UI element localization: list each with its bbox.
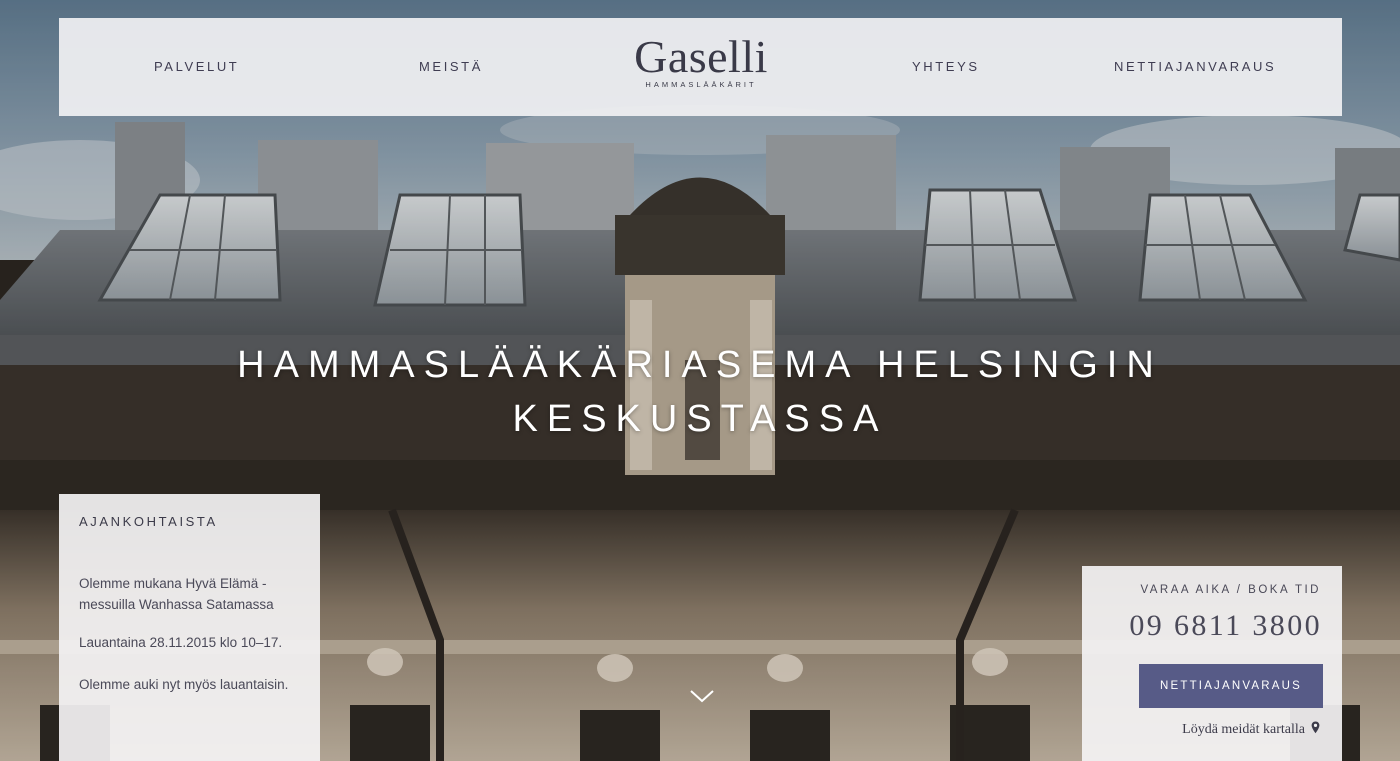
nav-link-nettiajanvaraus[interactable]: NETTIAJANVARAUS bbox=[1114, 59, 1276, 74]
nav-link-palvelut[interactable]: PALVELUT bbox=[154, 59, 239, 74]
map-link-label: Löydä meidät kartalla bbox=[1182, 722, 1305, 737]
map-link[interactable]: Löydä meidät kartalla bbox=[1182, 721, 1320, 739]
logo-name: Gaselli bbox=[634, 31, 768, 82]
hero-title: HAMMASLÄÄKÄRIASEMA HELSINGIN KESKUSTASSA bbox=[150, 338, 1250, 446]
news-heading: AJANKOHTAISTA bbox=[79, 514, 218, 529]
booking-panel: VARAA AIKA / BOKA TID 09 6811 3800 NETTI… bbox=[1082, 566, 1342, 761]
site-header: PALVELUT MEISTÄ Gaselli HAMMASLÄÄKÄRIT Y… bbox=[59, 18, 1342, 116]
phone-number[interactable]: 09 6811 3800 bbox=[1129, 609, 1322, 643]
online-booking-button[interactable]: NETTIAJANVARAUS bbox=[1139, 664, 1323, 708]
map-pin-icon bbox=[1311, 721, 1320, 739]
nav-link-meista[interactable]: MEISTÄ bbox=[419, 59, 483, 74]
hero-title-line-2: KESKUSTASSA bbox=[512, 398, 888, 440]
chevron-down-icon[interactable] bbox=[689, 686, 715, 706]
news-paragraph: Lauantaina 28.11.2015 klo 10–17. bbox=[79, 635, 283, 650]
news-paragraph: Olemme auki nyt myös lauantaisin. bbox=[79, 677, 289, 692]
hero-title-line-1: HAMMASLÄÄKÄRIASEMA HELSINGIN bbox=[237, 344, 1163, 386]
site-logo[interactable]: Gaselli HAMMASLÄÄKÄRIT bbox=[619, 31, 783, 90]
nav-link-yhteys[interactable]: YHTEYS bbox=[912, 59, 980, 74]
news-panel: AJANKOHTAISTA Olemme mukana Hyvä Elämä -… bbox=[59, 494, 320, 761]
news-paragraph: Olemme mukana Hyvä Elämä -messuilla Wanh… bbox=[79, 576, 274, 612]
booking-label: VARAA AIKA / BOKA TID bbox=[1140, 584, 1321, 596]
